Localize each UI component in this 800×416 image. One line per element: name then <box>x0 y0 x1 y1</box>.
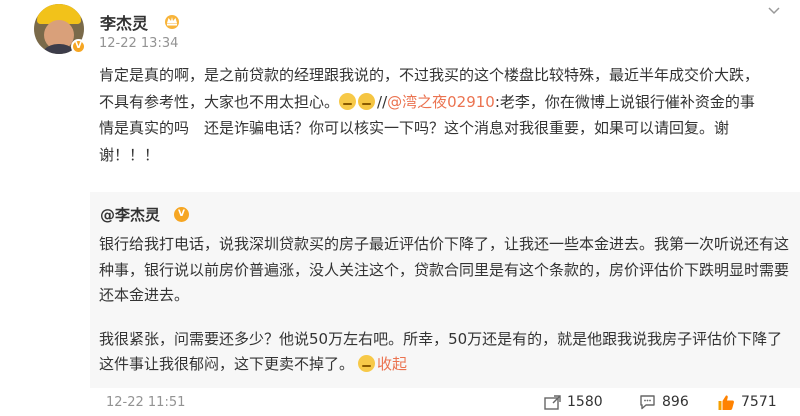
repost-paragraph-2: 我很紧张，问需要还多少？他说50万左右吧。所幸，50万还是有的，就是他跟我说我房… <box>99 329 783 374</box>
comment-icon <box>640 395 655 410</box>
more-chevron-icon[interactable] <box>768 6 780 16</box>
footer-time[interactable]: 12-22 11:51 <box>106 395 185 410</box>
verified-badge-icon: V <box>71 39 86 54</box>
repost-text: 银行给我打电话，说我深圳贷款买的房子最近评估价下降了，让我还一些本金进去。我第一… <box>99 232 789 378</box>
thinking-emoji-icon <box>358 355 376 372</box>
repost-paragraph-1: 银行给我打电话，说我深圳贷款买的房子最近评估价下降了，让我还一些本金进去。我第一… <box>99 235 790 304</box>
like-count: 7571 <box>741 394 777 410</box>
comment-count: 896 <box>662 394 689 410</box>
like-icon <box>718 394 734 410</box>
username[interactable]: 李杰灵 <box>100 10 148 34</box>
post-text: 肯定是真的啊，是之前贷款的经理跟我说的，不过我买的这个楼盘比较特殊，最近半年成交… <box>99 62 759 168</box>
collapse-link[interactable]: 收起 <box>377 355 407 373</box>
cry-emoji-icon <box>358 92 376 110</box>
post-time[interactable]: 12-22 13:34 <box>99 36 178 51</box>
mention-link[interactable]: @湾之夜02910 <box>387 93 495 111</box>
repost-verified-badge-icon: V <box>174 207 189 222</box>
repost-count: 1580 <box>567 394 603 410</box>
smirk-emoji-icon <box>339 92 357 110</box>
repost-separator: // <box>377 92 388 111</box>
like-button[interactable]: 7571 <box>717 392 777 412</box>
repost-icon <box>544 394 561 410</box>
repost-button[interactable]: 1580 <box>544 392 603 412</box>
repost-paragraph-2-wrap: 我很紧张，问需要还多少？他说50万左右吧。所幸，50万还是有的，就是他跟我说我房… <box>99 327 789 378</box>
crown-icon <box>165 15 179 29</box>
comment-button[interactable]: 896 <box>639 392 689 412</box>
repost-author-link[interactable]: @李杰灵 <box>100 204 160 225</box>
